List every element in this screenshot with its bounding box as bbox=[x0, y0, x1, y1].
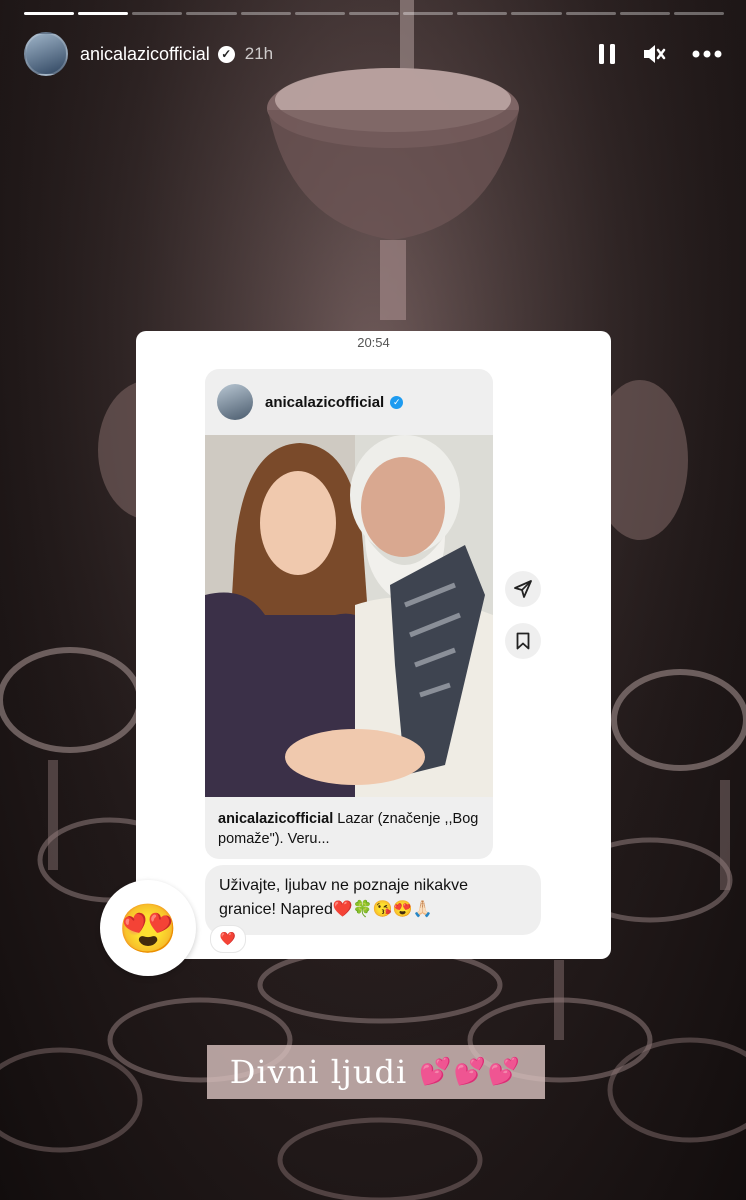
shared-post[interactable]: anicalazicofficial ✓ anicalazicofficial … bbox=[205, 369, 493, 859]
sticker-text: Divni ljudi bbox=[229, 1053, 408, 1091]
story-progress-bar bbox=[24, 12, 725, 15]
sticker-hearts: 💕💕💕 bbox=[419, 1057, 523, 1087]
progress-segment bbox=[673, 12, 725, 15]
progress-segment bbox=[294, 12, 345, 15]
more-options-button[interactable] bbox=[692, 50, 722, 58]
paper-plane-icon bbox=[514, 580, 532, 598]
verified-badge-icon: ✓ bbox=[217, 45, 235, 63]
progress-segment bbox=[24, 12, 75, 15]
emoji-reaction-sticker[interactable]: 😍 bbox=[100, 880, 196, 976]
muted-speaker-icon bbox=[644, 45, 666, 63]
message-bubble[interactable]: Uživajte, ljubav ne poznaje nikakve gran… bbox=[205, 865, 541, 935]
shared-post-photo[interactable] bbox=[205, 435, 493, 797]
shared-post-header: anicalazicofficial ✓ bbox=[205, 369, 493, 435]
heart-reaction[interactable]: ❤️ bbox=[210, 925, 246, 953]
progress-segment bbox=[132, 12, 183, 15]
progress-segment bbox=[619, 12, 670, 15]
progress-segment bbox=[186, 12, 237, 15]
story-header: anicalazicofficial ✓ 21h bbox=[24, 30, 722, 78]
verified-badge-icon: ✓ bbox=[390, 395, 404, 409]
couple-photo-image bbox=[205, 435, 493, 797]
share-button[interactable] bbox=[505, 571, 541, 607]
shared-post-avatar[interactable] bbox=[217, 384, 253, 420]
story-time-ago: 21h bbox=[244, 44, 274, 63]
story-username[interactable]: anicalazicofficial bbox=[80, 44, 210, 65]
progress-segment bbox=[240, 12, 291, 15]
dm-screenshot-card: 20:54 anicalazicofficial ✓ anicalazicoff… bbox=[136, 331, 611, 959]
shared-post-caption: anicalazicofficial Lazar (značenje ,,Bog… bbox=[218, 809, 484, 849]
pause-button[interactable] bbox=[598, 43, 616, 65]
mute-button[interactable] bbox=[642, 43, 666, 65]
progress-segment bbox=[348, 12, 400, 15]
shared-post-username[interactable]: anicalazicofficial bbox=[265, 394, 384, 411]
save-button[interactable] bbox=[505, 623, 541, 659]
story-viewer: anicalazicofficial ✓ 21h 20:54 anicalazi… bbox=[0, 0, 746, 1200]
progress-segment bbox=[78, 12, 129, 15]
progress-segment bbox=[565, 12, 616, 15]
progress-segment bbox=[403, 12, 454, 15]
progress-segment bbox=[511, 12, 562, 15]
bookmark-icon bbox=[516, 632, 530, 650]
caption-username[interactable]: anicalazicofficial bbox=[218, 811, 333, 827]
message-timestamp: 20:54 bbox=[357, 335, 390, 350]
more-horizontal-icon bbox=[692, 50, 722, 58]
avatar[interactable] bbox=[24, 32, 68, 76]
pause-icon bbox=[599, 44, 615, 64]
progress-segment bbox=[457, 12, 508, 15]
text-sticker: Divni ljudi 💕💕💕 bbox=[207, 1045, 545, 1099]
